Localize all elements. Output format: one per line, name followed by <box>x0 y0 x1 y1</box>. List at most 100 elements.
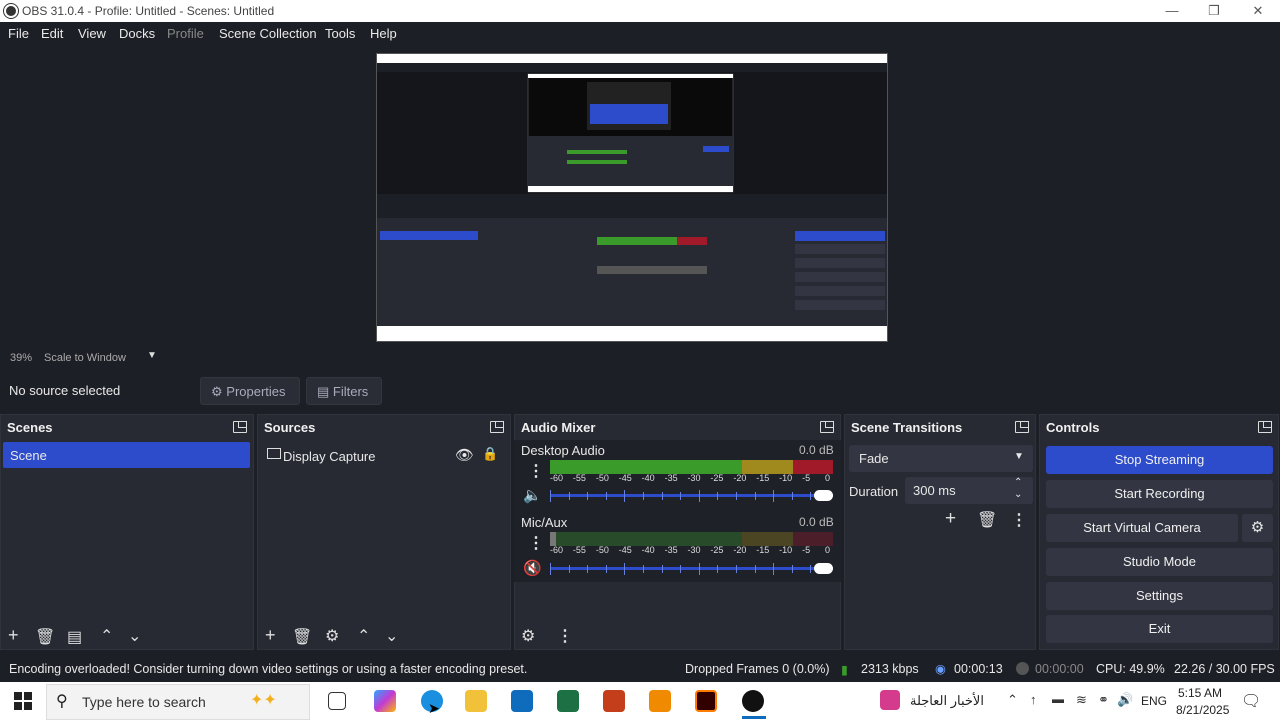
close-icon[interactable]: ✕ <box>1236 0 1280 22</box>
outlook-icon[interactable] <box>511 690 533 712</box>
chevron-down-icon[interactable]: ⌄ <box>128 626 141 646</box>
wifi-icon[interactable]: ≋ <box>1076 692 1087 708</box>
filter-icon[interactable]: ▤ <box>67 627 82 647</box>
undock-icon[interactable] <box>233 421 247 433</box>
microphone-icon[interactable]: ⚭ <box>1098 692 1109 708</box>
slider-tick <box>624 563 626 575</box>
chevron-down-icon[interactable]: ▼ <box>1014 451 1024 462</box>
task-view-icon[interactable] <box>328 692 346 710</box>
undock-icon[interactable] <box>1258 421 1272 433</box>
language-indicator[interactable]: ENG <box>1141 694 1167 708</box>
slider-tick <box>605 492 607 500</box>
obs-taskbar-icon[interactable] <box>742 690 764 712</box>
slider-tick <box>568 565 570 573</box>
menu-help[interactable]: Help <box>370 26 397 41</box>
channel-db: 0.0 dB <box>799 443 834 457</box>
signal-bars-icon: ▮ <box>841 663 848 677</box>
chevron-up-icon[interactable]: ⌃ <box>100 626 113 646</box>
illustrator-icon[interactable] <box>695 690 717 712</box>
clock-date[interactable]: 8/21/2025 <box>1176 703 1229 717</box>
volume-meter <box>550 460 833 474</box>
scene-item[interactable]: Scene <box>3 442 250 468</box>
transition-select[interactable]: Fade <box>849 445 1033 472</box>
trash-icon[interactable]: 🗑 <box>977 510 997 530</box>
chevron-down-icon[interactable]: ⌄ <box>1014 489 1022 500</box>
undock-icon[interactable] <box>820 421 834 433</box>
eye-icon[interactable]: 👁 <box>455 446 474 464</box>
clock-time[interactable]: 5:15 AM <box>1178 686 1222 700</box>
trash-icon[interactable]: 🗑 <box>35 627 55 647</box>
bitrate: 2313 kbps <box>861 662 919 676</box>
copilot-icon[interactable] <box>374 690 396 712</box>
windows-start-icon[interactable] <box>14 692 32 710</box>
chevron-up-icon[interactable]: ⌃ <box>357 626 370 646</box>
powerpoint-icon[interactable] <box>603 690 625 712</box>
menu-docks[interactable]: Docks <box>119 26 155 41</box>
meter-scale-label: 0 <box>825 545 831 555</box>
record-icon <box>1016 662 1029 675</box>
meter-scale-label: -20 <box>733 473 747 483</box>
excel-icon[interactable] <box>557 690 579 712</box>
speaker-icon[interactable]: 🔈 <box>523 486 542 504</box>
kebab-menu-icon[interactable]: ⋮ <box>528 533 544 553</box>
volume-icon[interactable]: 🔊 <box>1117 692 1133 708</box>
kebab-menu-icon[interactable]: ⋮ <box>528 461 544 481</box>
slider-tick <box>736 492 737 500</box>
volume-slider-handle[interactable] <box>814 563 833 574</box>
volume-slider-handle[interactable] <box>814 490 833 501</box>
scale-mode-select[interactable]: Scale to Window <box>44 352 126 364</box>
channel-name: Desktop Audio <box>521 443 605 458</box>
source-item[interactable]: Display Capture <box>283 449 376 464</box>
chevron-down-icon[interactable]: ▼ <box>147 350 157 361</box>
menu-view[interactable]: View <box>78 26 106 41</box>
menu-edit[interactable]: Edit <box>41 26 63 41</box>
menu-file[interactable]: File <box>8 26 29 41</box>
kebab-menu-icon[interactable]: ⋮ <box>1011 510 1027 530</box>
undock-icon[interactable] <box>1015 421 1029 433</box>
obs-logo-icon <box>4 4 18 18</box>
gear-icon[interactable]: ⚙ <box>1242 514 1273 542</box>
menu-scene-collection[interactable]: Scene Collection <box>219 26 317 41</box>
chevron-down-icon[interactable]: ⌄ <box>385 626 398 646</box>
battery-icon[interactable]: ▬ <box>1052 692 1064 706</box>
meter-scale-label: -50 <box>595 545 609 555</box>
muted-speaker-icon[interactable]: 🔇 <box>523 559 542 577</box>
undock-icon[interactable] <box>490 421 504 433</box>
gear-icon[interactable]: ⚙ <box>521 626 535 646</box>
add-icon[interactable]: + <box>945 508 956 530</box>
meter-background-segment <box>793 532 833 546</box>
minimize-icon[interactable]: — <box>1150 0 1194 22</box>
notifications-icon[interactable]: 🗨 <box>1241 691 1261 711</box>
file-explorer-icon[interactable] <box>465 690 487 712</box>
slider-tick <box>661 565 663 573</box>
add-icon[interactable]: + <box>8 625 19 646</box>
menu-profile[interactable]: Profile <box>167 26 204 41</box>
slider-tick <box>773 563 775 575</box>
studio-mode-button[interactable]: Studio Mode <box>1046 548 1273 576</box>
filters-button[interactable]: ▤ Filters <box>306 377 382 405</box>
trash-icon[interactable]: 🗑 <box>292 627 312 647</box>
lock-icon[interactable]: 🔒 <box>482 446 498 462</box>
kebab-menu-icon[interactable]: ⋮ <box>557 626 573 646</box>
network-icon[interactable]: ↑ <box>1030 692 1037 707</box>
news-icon[interactable] <box>880 690 900 710</box>
chevron-up-icon[interactable]: ⌃ <box>1014 477 1022 488</box>
menu-tools[interactable]: Tools <box>325 26 355 41</box>
properties-button[interactable]: ⚙ Properties <box>200 377 300 405</box>
slider-tick <box>568 492 570 500</box>
stop-streaming-button[interactable]: Stop Streaming <box>1046 446 1273 474</box>
sublime-icon[interactable] <box>649 690 671 712</box>
meter-scale-label: -15 <box>756 545 770 555</box>
exit-button[interactable]: Exit <box>1046 615 1273 643</box>
start-virtual-camera-button[interactable]: Start Virtual Camera <box>1046 514 1238 542</box>
gear-icon[interactable]: ⚙ <box>325 626 339 646</box>
news-headline[interactable]: الأخبار العاجلة <box>910 693 984 709</box>
streaming-icon: ◉ <box>935 662 946 676</box>
meter-scale-label: -25 <box>710 473 724 483</box>
add-icon[interactable]: + <box>265 625 276 646</box>
start-recording-button[interactable]: Start Recording <box>1046 480 1273 508</box>
meter-scale-label: -30 <box>687 545 701 555</box>
restore-icon[interactable]: ❐ <box>1192 0 1236 22</box>
chevron-up-icon[interactable]: ⌃ <box>1007 692 1018 708</box>
settings-button[interactable]: Settings <box>1046 582 1273 610</box>
